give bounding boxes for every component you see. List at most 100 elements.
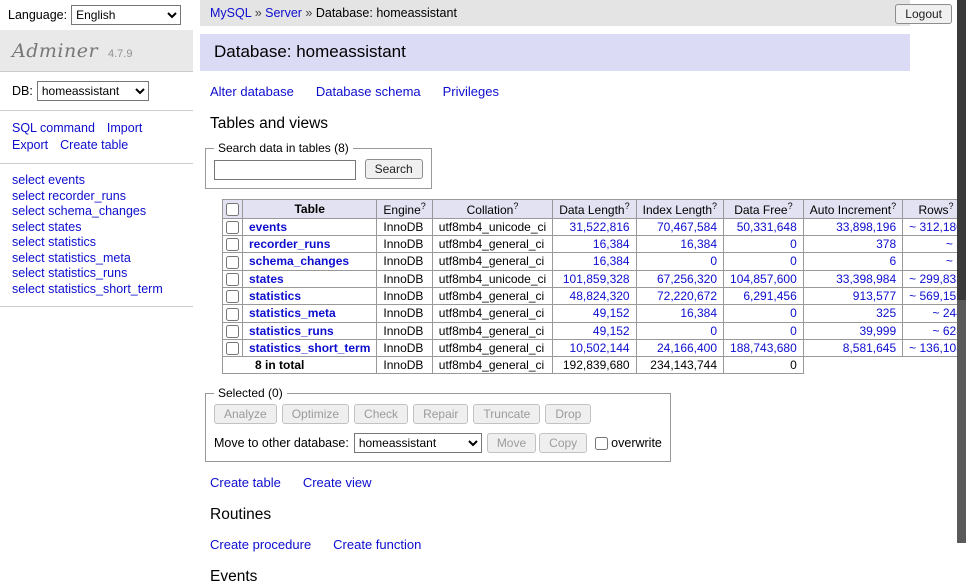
routine-link[interactable]: Create procedure (210, 537, 311, 552)
row-select-cell (223, 287, 243, 304)
sidebar-command-link[interactable]: SQL command (12, 120, 95, 137)
app-name: Adminer (12, 40, 98, 62)
sidebar-table-link[interactable]: select statistics_meta (12, 251, 181, 267)
select-all-checkbox[interactable] (226, 203, 239, 216)
overwrite-checkbox[interactable] (595, 437, 608, 450)
help-sup[interactable]: ? (712, 201, 717, 211)
table-row: eventsInnoDButf8mb4_unicode_ci31,522,816… (223, 218, 966, 235)
data-free-cell: 50,331,648 (724, 218, 804, 235)
move-button[interactable]: Move (487, 433, 536, 453)
optimize-button[interactable]: Optimize (282, 404, 349, 424)
row-checkbox[interactable] (226, 325, 239, 338)
logout-button[interactable]: Logout (895, 4, 952, 24)
sidebar-table-link[interactable]: select states (12, 220, 181, 236)
engine-cell: InnoDB (377, 270, 432, 287)
row-checkbox[interactable] (226, 308, 239, 321)
create-link[interactable]: Create view (303, 475, 372, 490)
scrollbar-thumb[interactable] (957, 0, 966, 300)
total-collation-cell: utf8mb4_general_ci (432, 357, 552, 374)
row-checkbox[interactable] (226, 290, 239, 303)
db-action-link[interactable]: Privileges (443, 84, 499, 99)
repair-button[interactable]: Repair (413, 404, 468, 424)
sidebar-table-link[interactable]: select events (12, 173, 181, 189)
selected-buttons: AnalyzeOptimizeCheckRepairTruncateDrop (214, 404, 662, 424)
data-length-cell: 49,152 (553, 305, 636, 322)
db-select[interactable]: homeassistant (37, 81, 149, 101)
table-name-link[interactable]: events (249, 220, 287, 234)
table-name-link[interactable]: statistics_runs (249, 324, 334, 338)
table-row: statisticsInnoDButf8mb4_general_ci48,824… (223, 287, 966, 304)
index-length-cell: 67,256,320 (636, 270, 723, 287)
row-checkbox[interactable] (226, 342, 239, 355)
truncate-button[interactable]: Truncate (473, 404, 540, 424)
table-name-link[interactable]: states (249, 272, 284, 286)
sidebar-table-link[interactable]: select schema_changes (12, 204, 181, 220)
app-version: 4.7.9 (108, 48, 132, 60)
table-name-cell: states (243, 270, 377, 287)
tables-overview: TableEngine?Collation?Data Length?Index … (222, 199, 966, 375)
row-checkbox[interactable] (226, 256, 239, 269)
move-buttons: MoveCopy (487, 436, 590, 450)
move-db-select[interactable]: homeassistant (354, 433, 482, 453)
data-length-cell: 49,152 (553, 322, 636, 339)
db-action-link[interactable]: Alter database (210, 84, 294, 99)
copy-button[interactable]: Copy (539, 433, 587, 453)
table-name-cell: statistics_short_term (243, 339, 377, 356)
data-free-cell: 188,743,680 (724, 339, 804, 356)
sidebar-table-link[interactable]: select statistics (12, 235, 181, 251)
index-length-cell: 72,220,672 (636, 287, 723, 304)
analyze-button[interactable]: Analyze (214, 404, 277, 424)
breadcrumb-link[interactable]: MySQL (210, 6, 251, 20)
breadcrumb-separator: » (251, 6, 265, 20)
engine-cell: InnoDB (377, 253, 432, 270)
help-sup[interactable]: ? (891, 201, 896, 211)
engine-cell: InnoDB (377, 305, 432, 322)
table-body: eventsInnoDButf8mb4_unicode_ci31,522,816… (223, 218, 966, 374)
move-label: Move to other database: (214, 436, 349, 450)
scrollbar[interactable] (957, 0, 966, 543)
help-sup[interactable]: ? (513, 201, 518, 211)
sidebar-command-link[interactable]: Export (12, 137, 48, 154)
help-sup[interactable]: ? (421, 201, 426, 211)
table-name-link[interactable]: recorder_runs (249, 237, 330, 251)
total-engine-cell: InnoDB (377, 357, 432, 374)
sidebar-table-link[interactable]: select statistics_short_term (12, 282, 181, 298)
row-checkbox[interactable] (226, 238, 239, 251)
sidebar-command-link[interactable]: Import (107, 120, 142, 137)
table-name-link[interactable]: schema_changes (249, 254, 349, 268)
create-link[interactable]: Create table (210, 475, 281, 490)
language-bar: Language:English (8, 5, 181, 25)
help-sup[interactable]: ? (788, 201, 793, 211)
total-label-cell: 8 in total (223, 357, 377, 374)
row-select-cell (223, 235, 243, 252)
language-select[interactable]: English (71, 5, 181, 25)
help-sup[interactable]: ? (949, 201, 954, 211)
sidebar: Adminer 4.7.9 DB:homeassistant SQL comma… (0, 30, 193, 543)
sidebar-table-link[interactable]: select statistics_runs (12, 266, 181, 282)
row-checkbox[interactable] (226, 221, 239, 234)
table-name-link[interactable]: statistics_short_term (249, 341, 370, 355)
engine-cell: InnoDB (377, 235, 432, 252)
table-name-link[interactable]: statistics (249, 289, 301, 303)
sidebar-command-link[interactable]: Create table (60, 137, 128, 154)
routine-link[interactable]: Create function (333, 537, 421, 552)
row-select-cell (223, 339, 243, 356)
row-select-cell (223, 322, 243, 339)
total-data-free-cell: 0 (724, 357, 804, 374)
app-logo: Adminer 4.7.9 (0, 30, 193, 72)
breadcrumb: MySQL » Server » Database: homeassistant (200, 0, 910, 26)
search-button[interactable]: Search (365, 159, 423, 179)
help-sup[interactable]: ? (625, 201, 630, 211)
column-header-index-length: Index Length? (636, 199, 723, 218)
breadcrumb-link[interactable]: Server (265, 6, 302, 20)
drop-button[interactable]: Drop (545, 404, 591, 424)
db-action-link[interactable]: Database schema (316, 84, 421, 99)
table-name-cell: statistics_runs (243, 322, 377, 339)
table-name-link[interactable]: statistics_meta (249, 306, 336, 320)
sidebar-table-link[interactable]: select recorder_runs (12, 189, 181, 205)
collation-cell: utf8mb4_unicode_ci (432, 218, 552, 235)
routines-heading: Routines (210, 506, 910, 524)
row-checkbox[interactable] (226, 273, 239, 286)
check-button[interactable]: Check (354, 404, 408, 424)
search-input[interactable] (214, 160, 356, 180)
